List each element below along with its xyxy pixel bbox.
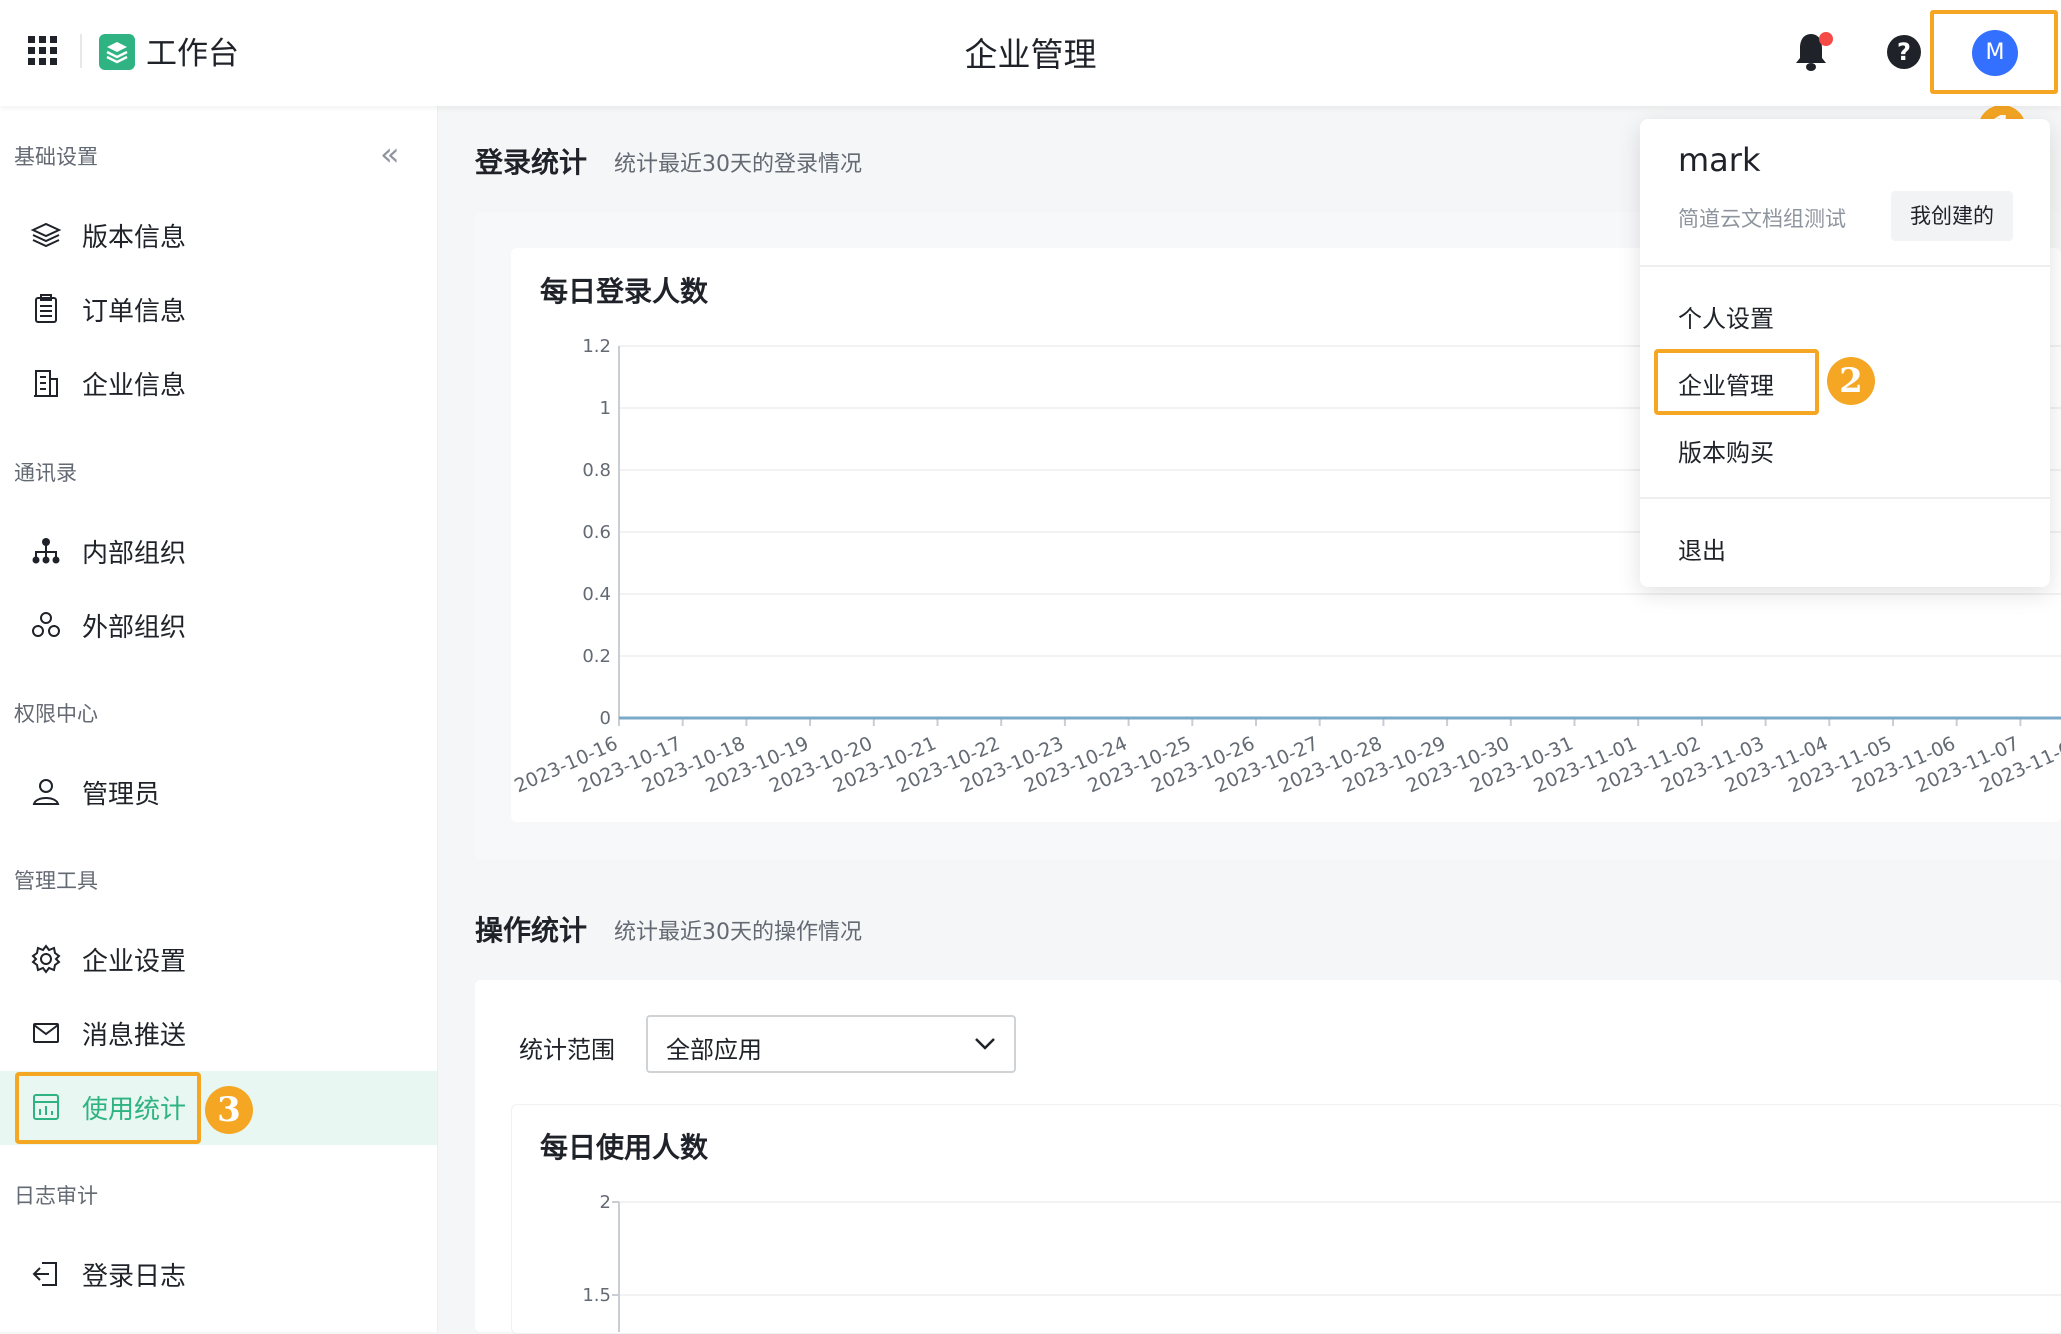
step-2-badge: 2 [1827,357,1875,405]
menu-divider [1640,497,2050,499]
usage-chart [612,1201,2061,1332]
operation-stats-heading: 操作统计 [475,914,588,947]
step-3-badge: 3 [205,1086,253,1134]
gear-icon [31,944,61,974]
step-2-highlight [1654,349,1819,415]
user-name: mark [1678,141,1761,179]
sidebar-item-label: 消息推送 [82,1021,187,1051]
help-icon[interactable]: ? [1887,35,1921,69]
top-bar: 工作台 企业管理 ? M [0,0,2061,106]
usage-chart-title: 每日使用人数 [540,1131,709,1164]
section-title-tools: 管理工具 [14,869,98,893]
select-value: 全部应用 [666,1036,762,1064]
sidebar-item-label: 企业设置 [82,947,187,977]
org-tag: 我创建的 [1891,191,2013,241]
operation-stats-description: 统计最近30天的操作情况 [614,920,862,945]
mail-icon [33,1023,59,1043]
notification-dot [1819,32,1833,46]
menu-divider [1640,265,2050,267]
sidebar-item-company-settings[interactable]: 企业设置 [0,923,437,997]
sidebar-item-push[interactable]: 消息推送 [0,997,437,1071]
chevron-down-icon [975,1038,995,1050]
page-title: 企业管理 [964,35,1097,74]
menu-item-version-purchase[interactable]: 版本购买 [1678,433,1774,468]
filter-label: 统计范围 [519,1036,615,1064]
menu-item-logout[interactable]: 退出 [1678,531,1726,566]
app-scope-select[interactable]: 全部应用 [646,1015,1016,1073]
org-name[interactable]: 简道云文档组测试 [1678,203,1846,233]
menu-item-personal-settings[interactable]: 个人设置 [1678,299,1774,334]
step-3-highlight [15,1072,201,1144]
avatar[interactable]: M [1972,30,2018,76]
